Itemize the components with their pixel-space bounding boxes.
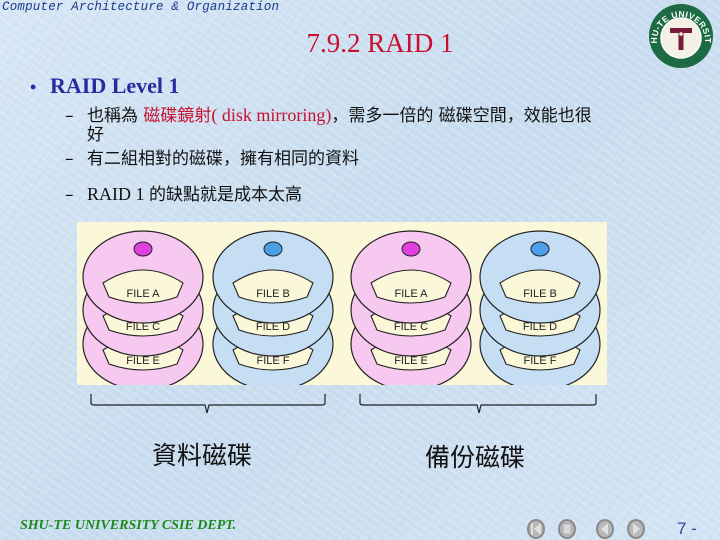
label-backup-disks: 備份磁碟 (425, 443, 526, 472)
disk-hub (133, 241, 153, 257)
disk-stacks: FILE EFILE CFILE AFILE FFILE DFILE BFILE… (82, 230, 601, 391)
stop-icon (562, 523, 572, 535)
file-label: FILE E (126, 355, 160, 367)
file-label: FILE B (256, 288, 290, 300)
sub-item-text: 的缺點就是成本太高 (149, 185, 302, 205)
logo-t-stem (678, 28, 684, 50)
raid-diagram: FILE E FILE C FILE A FILE F FILE D FILE B FILE… (77, 222, 607, 391)
braces (90, 394, 597, 414)
first-icon (531, 523, 533, 535)
sub-item-continuation: 好 (87, 125, 104, 145)
sub-item-two-groups: – 有二組相對的磁碟，擁有相同的資料 (65, 150, 359, 169)
sub-item-text: 有二組相對的磁碟，擁有相同的資料 (87, 149, 359, 169)
bullet-marker: • (30, 77, 37, 97)
nav-stop-button[interactable] (557, 518, 577, 540)
sub-item-mirroring: – 也稱為 磁碟鏡射( disk mirroring)，需多一倍的 磁碟空間，效能… (65, 106, 685, 145)
file-label: FILE F (523, 355, 556, 367)
disk-stack-backup-a: FILE EFILE CFILE A (350, 230, 472, 391)
file-label: FILE A (394, 288, 428, 300)
file-label: FILE E (394, 355, 428, 367)
brace-data-disks (90, 394, 326, 414)
sub-item-prefix: 也稱為 (87, 106, 144, 126)
sub-item-cost: – RAID 1 的缺點就是成本太高 (65, 185, 302, 205)
highlight-disk-mirroring: 磁碟鏡射 (143, 106, 212, 126)
disk-hub (263, 241, 283, 257)
file-label: FILE A (126, 288, 160, 300)
nav-first-button[interactable] (526, 518, 546, 540)
label-data-disks: 資料磁碟 (152, 441, 253, 470)
file-label: FILE F (256, 355, 289, 367)
nav-previous-button[interactable] (595, 518, 615, 540)
disk-stack-backup-b: FILE FFILE DFILE B (479, 230, 601, 391)
disk-hub (530, 241, 550, 257)
dash-marker: – (65, 185, 74, 205)
bullet-text: RAID Level 1 (50, 73, 180, 98)
nav-next-button[interactable] (626, 518, 646, 540)
dash-marker: – (65, 106, 74, 126)
footer-text: SHU-TE UNIVERSITY CSIE DEPT. (20, 518, 237, 533)
university-logo: SHU-TE UNIVERSITY (648, 3, 713, 68)
page-number: 7 - (677, 519, 697, 538)
sub-item-suffix: ，需多一倍的 磁碟空間，效能也很 (331, 106, 592, 126)
file-label: FILE B (523, 288, 557, 300)
bullet-raid-level-1: • RAID Level 1 (30, 73, 180, 99)
disk-stack-data-a: FILE EFILE CFILE A (82, 230, 204, 391)
highlight-disk-mirroring-en: ( disk mirroring) (211, 105, 332, 125)
disk-stack-data-b: FILE FFILE DFILE B (212, 230, 334, 391)
disk-hub (401, 241, 421, 257)
sub-item-text-en: RAID 1 (87, 184, 149, 204)
course-title: Computer Architecture & Organization (2, 0, 280, 14)
dash-marker: – (65, 149, 74, 169)
brace-backup-disks (359, 394, 597, 414)
slide-title: 7.9.2 RAID 1 (306, 28, 454, 58)
